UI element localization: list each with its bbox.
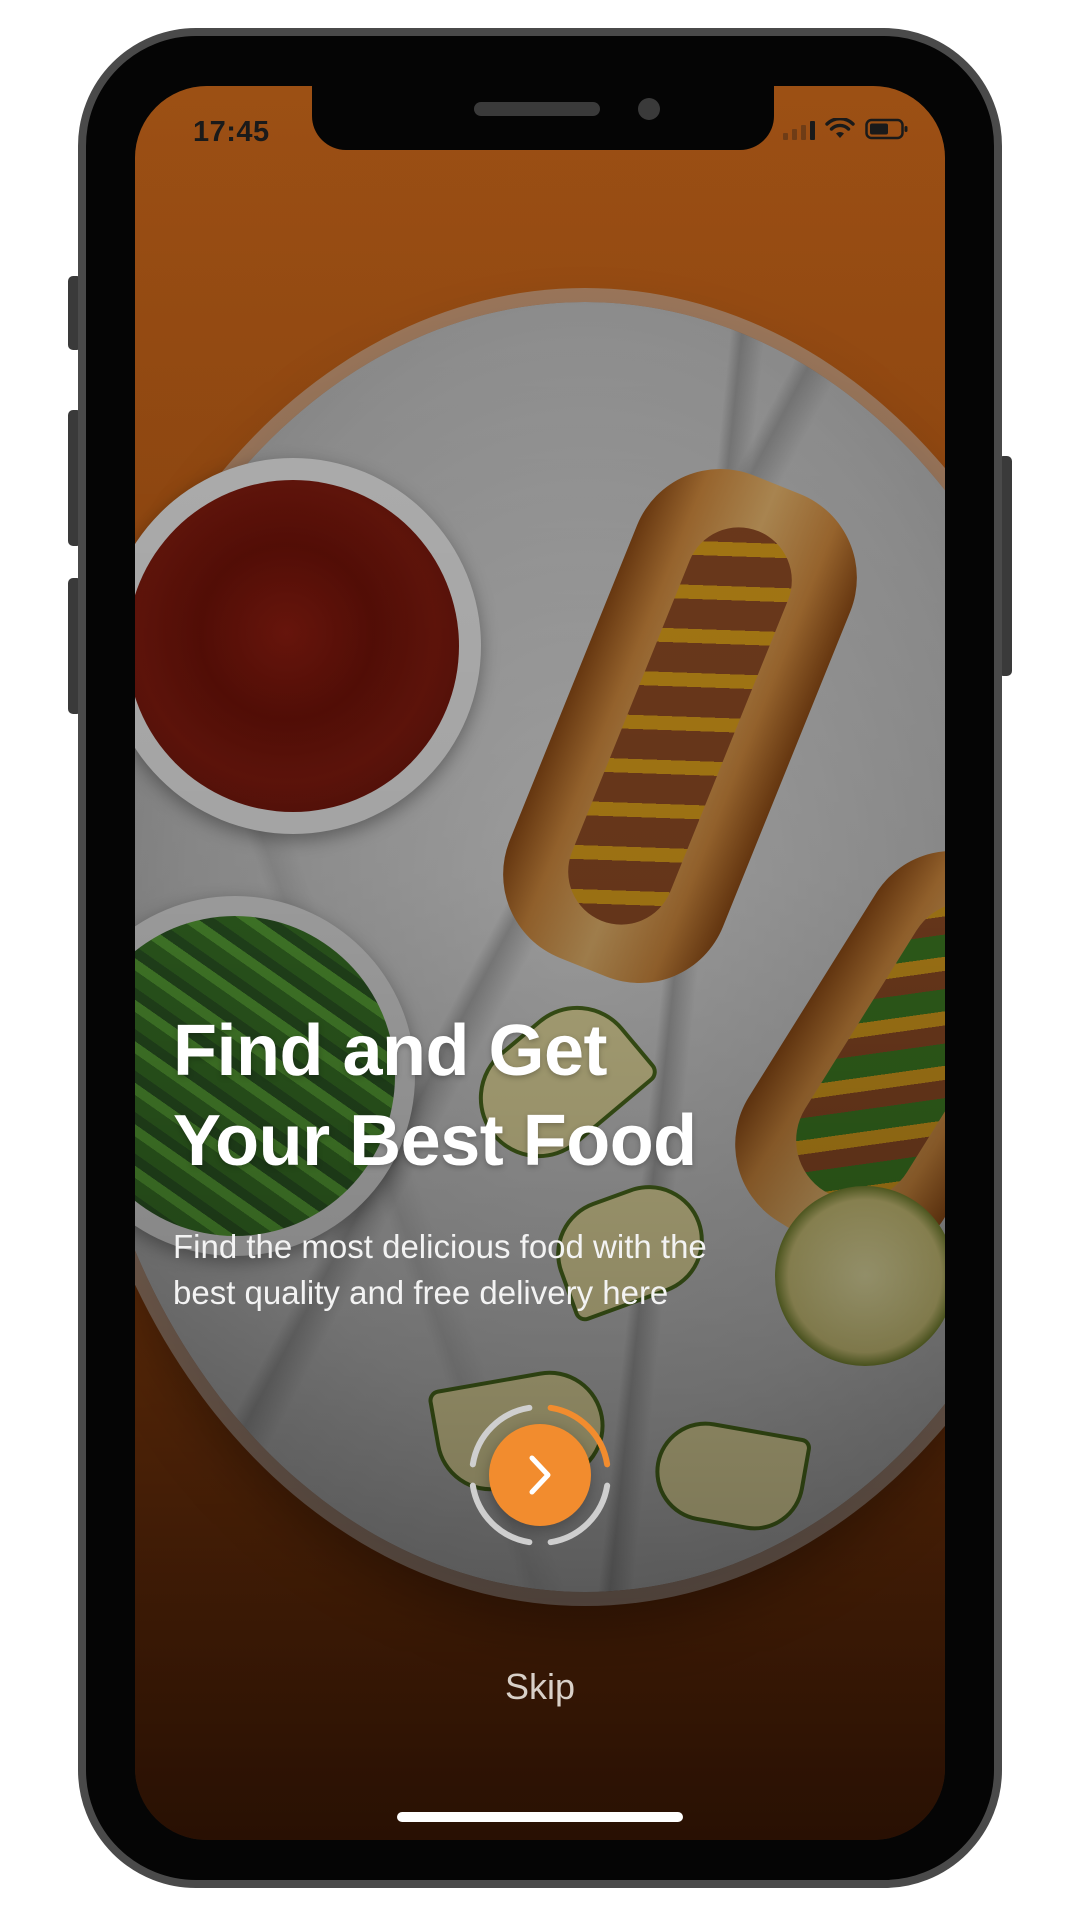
onboarding-subtitle-line: Find the most delicious food with the — [173, 1228, 707, 1265]
onboarding-title-line: Find and Get — [173, 1011, 607, 1091]
onboarding-subtitle-line: best quality and free delivery here — [173, 1274, 669, 1311]
dark-overlay — [135, 86, 945, 1840]
notch — [312, 86, 774, 150]
onboarding-title-line: Your Best Food — [173, 1101, 697, 1181]
status-time: 17:45 — [193, 116, 270, 148]
battery-icon — [865, 118, 908, 140]
onboarding-title: Find and Get Your Best Food — [173, 1006, 873, 1186]
signal-icon — [783, 118, 815, 140]
home-indicator — [397, 1812, 683, 1822]
onboarding-screen: 17:45 Find and Get Your Best Food Find t… — [135, 86, 945, 1840]
skip-button[interactable]: Skip — [135, 1666, 945, 1708]
notch-speaker — [474, 102, 600, 116]
next-button[interactable] — [489, 1424, 591, 1526]
onboarding-subtitle: Find the most delicious food with the be… — [173, 1224, 853, 1316]
status-icons — [783, 118, 909, 140]
chevron-right-icon — [529, 1455, 551, 1495]
next-button-group[interactable] — [465, 1400, 615, 1550]
wifi-icon — [825, 118, 855, 138]
notch-camera — [638, 98, 660, 120]
